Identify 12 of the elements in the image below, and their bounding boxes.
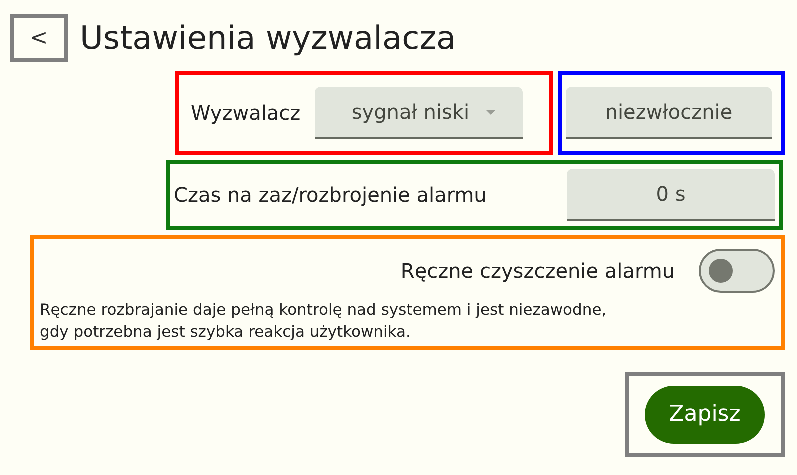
trigger-label: Wyzwalacz xyxy=(191,101,301,125)
description-text: Ręczne rozbrajanie daje pełną kontrolę nad systemem i jest niezawodne, gdy potrzebna jest szybka reakcja użytkownika. xyxy=(40,300,608,343)
caret-icon xyxy=(486,110,496,114)
back-button[interactable]: < xyxy=(10,14,68,62)
arm-time-label: Czas na zaz/rozbrojenie alarmu xyxy=(174,183,487,207)
arm-time-field[interactable]: 0 s xyxy=(567,169,775,221)
trigger-dropdown[interactable]: sygnał niski xyxy=(314,87,523,139)
save-button[interactable]: Zapisz xyxy=(645,386,765,444)
delay-field[interactable]: niezwłocznie xyxy=(566,87,772,139)
manual-clear-label: Ręczne czyszczenie alarmu xyxy=(400,259,675,283)
toggle-switch[interactable] xyxy=(699,249,775,293)
page-title: Ustawienia wyzwalacza xyxy=(80,19,456,57)
